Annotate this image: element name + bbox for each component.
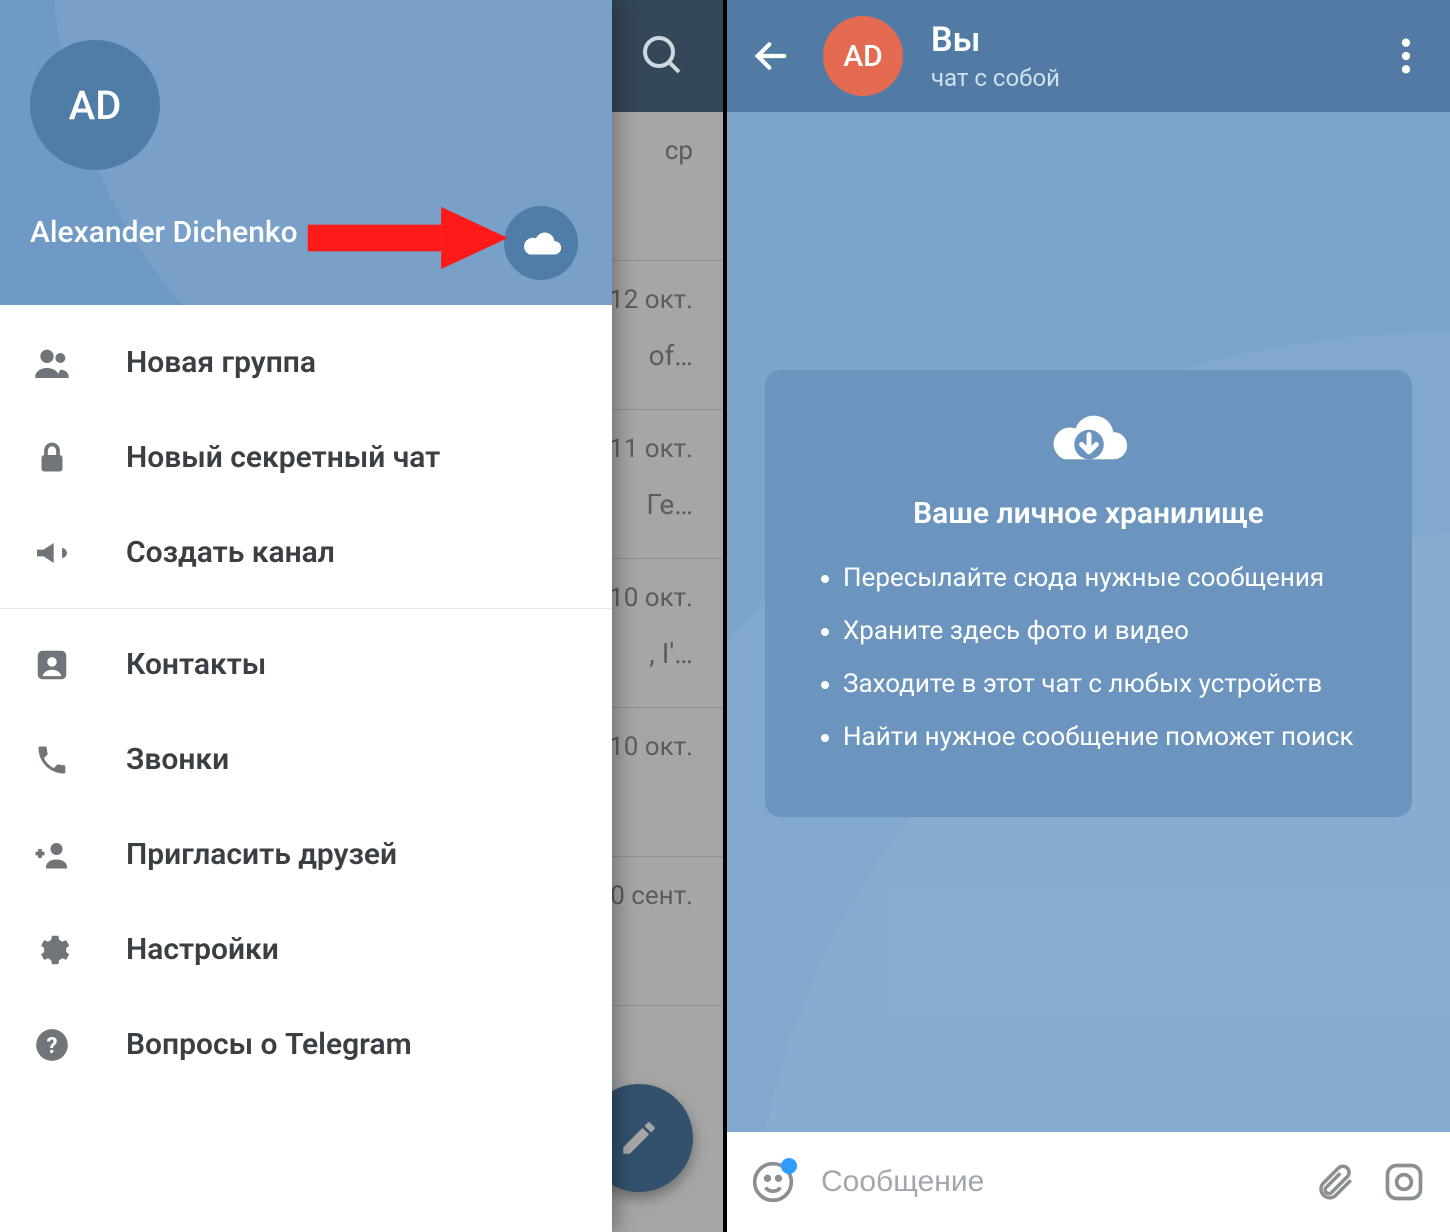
menu-label: Контакты bbox=[126, 647, 266, 682]
mic-button[interactable] bbox=[1382, 1160, 1426, 1204]
megaphone-icon bbox=[32, 533, 72, 573]
info-item: Найти нужное сообщение поможет поиск bbox=[843, 720, 1368, 755]
menu-label: Звонки bbox=[126, 742, 229, 777]
invite-icon bbox=[32, 837, 72, 873]
profile-username: Alexander Dichenko bbox=[30, 215, 298, 250]
info-item: Пересылайте сюда нужные сообщения bbox=[843, 561, 1368, 596]
left-screenshot: ср 12 окт.of… 11 окт.Ге… 10 окт., I'… 10… bbox=[0, 0, 723, 1232]
saved-messages-cloud-button[interactable] bbox=[504, 206, 578, 280]
paperclip-icon bbox=[1314, 1161, 1356, 1203]
menu-calls[interactable]: Звонки bbox=[0, 712, 612, 807]
right-screenshot: AD Вы чат с собой Ваше личное хранилище … bbox=[727, 0, 1450, 1232]
emoji-button[interactable] bbox=[751, 1160, 795, 1204]
camera-outline-icon bbox=[1382, 1160, 1426, 1204]
lock-icon bbox=[32, 438, 72, 478]
menu-secret-chat[interactable]: Новый секретный чат bbox=[0, 410, 612, 505]
avatar-initials: AD bbox=[843, 39, 882, 74]
info-card-title: Ваше личное хранилище bbox=[809, 496, 1368, 531]
message-input-bar bbox=[727, 1132, 1450, 1232]
chat-avatar[interactable]: AD bbox=[823, 16, 903, 96]
menu-label: Вопросы о Telegram bbox=[126, 1027, 412, 1062]
info-card-list: Пересылайте сюда нужные сообщения Хранит… bbox=[809, 561, 1368, 755]
drawer-menu: Новая группа Новый секретный чат Создать… bbox=[0, 305, 612, 1232]
red-arrow-annotation bbox=[300, 198, 520, 278]
menu-faq[interactable]: ? Вопросы о Telegram bbox=[0, 997, 612, 1092]
chat-subtitle: чат с собой bbox=[931, 64, 1354, 92]
more-button[interactable] bbox=[1382, 32, 1430, 80]
saved-messages-info-card: Ваше личное хранилище Пересылайте сюда н… bbox=[765, 370, 1412, 817]
notification-dot bbox=[781, 1158, 797, 1174]
phone-icon bbox=[32, 742, 72, 778]
menu-divider bbox=[0, 608, 612, 609]
info-item: Заходите в этот чат с любых устройств bbox=[843, 667, 1368, 702]
menu-label: Создать канал bbox=[126, 535, 335, 570]
cloud-icon bbox=[518, 227, 564, 259]
menu-new-group[interactable]: Новая группа bbox=[0, 315, 612, 410]
navigation-drawer: AD Alexander Dichenko Новая группа Новый… bbox=[0, 0, 612, 1232]
contact-icon bbox=[32, 646, 72, 684]
menu-label: Новый секретный чат bbox=[126, 440, 440, 475]
menu-label: Новая группа bbox=[126, 345, 316, 380]
gear-icon bbox=[32, 931, 72, 969]
drawer-header: AD Alexander Dichenko bbox=[0, 0, 612, 305]
menu-invite-friends[interactable]: Пригласить друзей bbox=[0, 807, 612, 902]
profile-avatar[interactable]: AD bbox=[30, 40, 160, 170]
cloud-download-icon bbox=[809, 410, 1368, 474]
menu-label: Пригласить друзей bbox=[126, 837, 397, 872]
avatar-initials: AD bbox=[69, 82, 122, 129]
menu-settings[interactable]: Настройки bbox=[0, 902, 612, 997]
chat-title: Вы bbox=[931, 20, 1354, 60]
menu-label: Настройки bbox=[126, 932, 279, 967]
svg-text:?: ? bbox=[46, 1032, 57, 1058]
menu-create-channel[interactable]: Создать канал bbox=[0, 505, 612, 600]
chat-body[interactable]: Ваше личное хранилище Пересылайте сюда н… bbox=[727, 112, 1450, 1132]
help-icon: ? bbox=[32, 1026, 72, 1064]
chat-header: AD Вы чат с собой bbox=[727, 0, 1450, 112]
info-item: Храните здесь фото и видео bbox=[843, 614, 1368, 649]
back-button[interactable] bbox=[747, 32, 795, 80]
group-icon bbox=[32, 343, 72, 383]
menu-contacts[interactable]: Контакты bbox=[0, 617, 612, 712]
more-vertical-icon bbox=[1401, 36, 1411, 76]
message-input[interactable] bbox=[821, 1165, 1288, 1199]
attach-button[interactable] bbox=[1314, 1161, 1356, 1203]
arrow-left-icon bbox=[751, 36, 791, 76]
chat-title-area[interactable]: Вы чат с собой bbox=[931, 20, 1354, 92]
search-icon[interactable] bbox=[637, 30, 685, 78]
